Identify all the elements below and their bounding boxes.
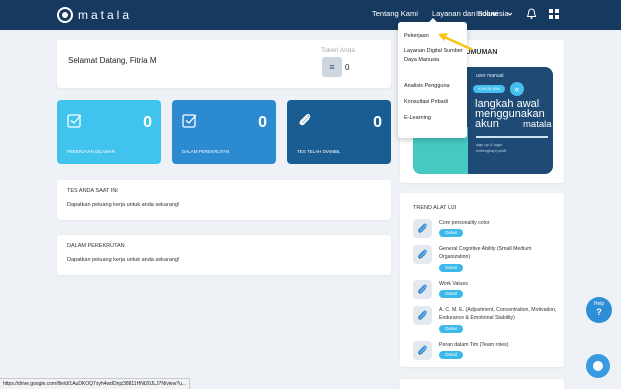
detail-button[interactable]: Detail — [439, 290, 463, 298]
token-label: Token Anda — [321, 47, 355, 54]
nav-language[interactable]: Indonesia — [476, 9, 509, 18]
section-heading: TES ANDA SAAT INI — [67, 188, 118, 194]
chevron-left-icon: « — [510, 82, 524, 96]
stat-card-in-recruitment[interactable]: 0 DALAM PEREKRUTAN — [172, 100, 276, 164]
greeting-text: Selamat Datang, Fitria M — [68, 56, 157, 65]
trend-item-name: Peran dalam Tim (Team roles) — [439, 342, 509, 348]
detail-button[interactable]: Detail — [439, 264, 463, 272]
stat-label: PEKERJAAN DILAMAR — [67, 149, 116, 154]
detail-button[interactable]: Detail — [439, 325, 463, 333]
checkbox-icon — [67, 114, 82, 128]
paperclip-icon — [413, 306, 432, 325]
stat-label: TES TELAH DIAMBIL — [297, 149, 341, 154]
banner-divider — [476, 136, 548, 138]
banner-brand: matala — [523, 119, 552, 130]
checkbox-icon — [182, 114, 197, 128]
matala-logo[interactable]: matala — [57, 7, 132, 23]
language-label: Indonesia — [476, 9, 509, 18]
question-icon: ? — [596, 307, 602, 317]
trend-item-name: Core personality color — [439, 220, 490, 226]
nav-tentang-kami[interactable]: Tentang Kami — [372, 9, 418, 18]
banner-signup-text: sign up & login melengkapi profil — [476, 142, 507, 153]
token-icon: ≡ — [322, 57, 342, 77]
section-text: Dapatkan peluang kerja untuk anda sekara… — [67, 257, 180, 263]
stat-value: 0 — [258, 114, 267, 131]
current-tests-card: TES ANDA SAAT INI Dapatkan peluang kerja… — [57, 180, 391, 220]
banner-small-text: user manual — [476, 73, 504, 79]
bell-icon[interactable] — [526, 8, 537, 20]
logo-mark-icon — [57, 7, 73, 23]
in-recruitment-card: DALAM PEREKRUTAN Dapatkan peluang kerja … — [57, 235, 391, 275]
banner-click-button[interactable]: KLIK DI SINI — [473, 85, 505, 93]
help-button[interactable]: Help ? — [586, 297, 612, 323]
dropdown-item-analisis[interactable]: Analisis Pengguna — [404, 82, 464, 91]
paperclip-icon — [413, 341, 432, 360]
dropdown-item-elearning[interactable]: E-Learning — [404, 114, 464, 123]
grid-icon[interactable] — [549, 9, 559, 19]
section-heading: DALAM PEREKRUTAN — [67, 243, 125, 249]
stat-card-tests-taken[interactable]: 0 TES TELAH DIAMBIL — [287, 100, 391, 164]
trend-title: TREND ALAT UJI — [413, 205, 457, 211]
bottom-card — [400, 379, 564, 389]
paperclip-icon — [299, 113, 311, 126]
detail-button[interactable]: Detail — [439, 351, 463, 359]
stat-value: 0 — [143, 114, 152, 131]
stat-card-jobs-applied[interactable]: 0 PEKERJAAN DILAMAR — [57, 100, 161, 164]
brand-name: matala — [78, 8, 133, 22]
paperclip-icon — [413, 219, 432, 238]
token-value: 0 — [345, 63, 350, 72]
top-navbar: matala Tentang Kami Layanan dan Solusi I… — [0, 0, 621, 30]
chat-bubble-icon[interactable] — [586, 354, 610, 378]
trend-item-name: Work Values — [439, 281, 468, 287]
paperclip-icon — [413, 280, 432, 299]
browser-status-url: https://drive.google.com/file/d/1AuDKOQ7… — [0, 378, 191, 389]
detail-button[interactable]: Detail — [439, 229, 463, 237]
stat-value: 0 — [373, 114, 382, 131]
dropdown-item-konsultasi[interactable]: Konsultasi Pribadi — [404, 98, 464, 107]
stat-label: DALAM PEREKRUTAN — [182, 149, 230, 154]
section-text: Dapatkan peluang kerja untuk anda sekara… — [67, 202, 180, 208]
annotation-arrow-icon — [438, 33, 473, 51]
chevron-down-icon[interactable] — [507, 11, 513, 17]
trend-item-name: General Cognitive Ability (Small Medium … — [439, 246, 532, 260]
paperclip-icon — [413, 245, 432, 264]
trend-item-name: A. C. M. E. (Adjustment, Concentration, … — [439, 307, 557, 321]
